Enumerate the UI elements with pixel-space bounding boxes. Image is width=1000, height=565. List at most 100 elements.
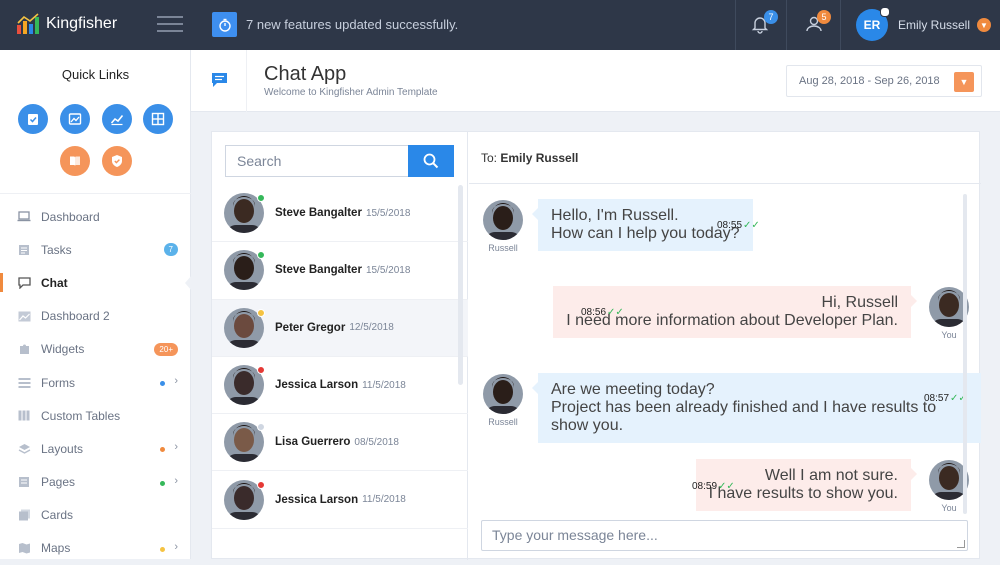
- message-bubble: Are we meeting today? Project has been al…: [532, 373, 981, 443]
- quick-link-tasks[interactable]: [18, 104, 48, 134]
- contact-date: 11/5/2018: [362, 494, 406, 506]
- sidebar-item-pages[interactable]: Pages ›: [0, 466, 191, 499]
- sidebar-item-label: Custom Tables: [41, 408, 121, 423]
- conversation-scrollbar[interactable]: [963, 194, 967, 514]
- brand-name: Kingfisher: [46, 15, 118, 32]
- date-range-picker[interactable]: Aug 28, 2018 - Sep 26, 2018 ▼: [786, 65, 982, 97]
- sidebar-item-label: Dashboard 2: [41, 309, 110, 324]
- sidebar-item-label: Pages: [41, 475, 76, 490]
- status-dot: [160, 380, 165, 386]
- top-bar: Kingfisher 7 new features updated succes…: [0, 0, 1000, 50]
- search-button[interactable]: [408, 145, 454, 177]
- brand-logo[interactable]: Kingfisher: [16, 13, 117, 35]
- double-check-icon: ✓✓: [607, 307, 624, 318]
- sidebar-item-forms[interactable]: Forms ›: [0, 366, 191, 399]
- chevron-right-icon[interactable]: ›: [174, 475, 178, 487]
- presence-dot: [257, 366, 265, 375]
- pages-icon: [17, 476, 31, 488]
- avatar: [224, 250, 265, 291]
- chevron-right-icon[interactable]: ›: [174, 375, 178, 387]
- sidebar-item-widgets[interactable]: Widgets 20+: [0, 333, 191, 366]
- check-clipboard-icon: [28, 114, 38, 125]
- time-text: 08:55: [717, 220, 743, 231]
- message-time: 08:56✓✓: [581, 307, 624, 318]
- forms-icon: [17, 377, 31, 389]
- quick-link-security[interactable]: [102, 146, 132, 176]
- avatar: [224, 365, 265, 406]
- double-check-icon: ✓✓: [718, 481, 735, 492]
- users-badge: 5: [817, 10, 831, 24]
- avatar: [224, 307, 265, 348]
- resize-handle[interactable]: [957, 540, 965, 548]
- contact-name: Steve Bangalter: [275, 264, 362, 277]
- sidebar: Quick Links Dashboard Tasks 7 Chat Dashb…: [0, 50, 192, 559]
- quick-link-analytics[interactable]: [102, 104, 132, 134]
- conversation-panel: To: Emily Russell Russell Hello, I'm Russ…: [469, 132, 981, 560]
- contact-name: Jessica Larson: [275, 379, 359, 392]
- menu-toggle-icon[interactable]: [157, 16, 183, 32]
- chevron-down-icon[interactable]: ▼: [977, 18, 992, 32]
- contact-item[interactable]: Peter Gregor 12/5/2018: [212, 299, 468, 357]
- time-text: 08:57: [924, 393, 950, 404]
- tasks-icon: [17, 244, 31, 256]
- message-time: 08:57✓✓: [924, 393, 967, 404]
- contact-date: 08/5/2018: [354, 436, 399, 448]
- contact-item[interactable]: Jessica Larson 11/5/2018: [212, 471, 468, 529]
- sidebar-item-label: Maps: [41, 541, 71, 556]
- message-line: Project has been already finished and I …: [551, 399, 937, 434]
- sidebar-item-custom-tables[interactable]: Custom Tables: [0, 399, 191, 432]
- message-input[interactable]: [481, 520, 968, 551]
- search-input[interactable]: [225, 145, 408, 177]
- time-text: 08:59: [692, 481, 718, 492]
- contact-item[interactable]: Lisa Guerrero 08/5/2018: [212, 414, 468, 472]
- contact-name: Peter Gregor: [275, 321, 346, 334]
- sender-name: Russell: [488, 417, 518, 427]
- contact-name: Steve Bangalter: [275, 207, 362, 220]
- book-icon: [70, 156, 80, 166]
- sidebar-item-tasks[interactable]: Tasks 7: [0, 233, 191, 266]
- recipient-header: To: Emily Russell: [469, 132, 981, 184]
- message-line: I have results to show you.: [708, 485, 898, 502]
- contact-list-scrollbar[interactable]: [458, 185, 463, 385]
- sidebar-item-label: Cards: [41, 508, 74, 523]
- shield-check-icon: [112, 155, 122, 167]
- contact-date: 11/5/2018: [362, 379, 406, 391]
- sidebar-nav: Dashboard Tasks 7 Chat Dashboard 2 Widge…: [0, 200, 192, 565]
- message-time: 08:55✓✓: [717, 220, 760, 231]
- chevron-right-icon[interactable]: ›: [174, 441, 178, 453]
- avatar: ER: [856, 7, 890, 41]
- sidebar-item-maps[interactable]: Maps ›: [0, 532, 191, 565]
- contact-list: Steve Bangalter 15/5/2018 Steve Bangalter 1…: [212, 185, 468, 529]
- contact-item[interactable]: Steve Bangalter 15/5/2018: [212, 185, 468, 243]
- chevron-right-icon[interactable]: ›: [174, 541, 178, 553]
- chevron-down-icon[interactable]: ▼: [954, 72, 974, 92]
- status-dot: [160, 480, 165, 486]
- quick-link-gallery[interactable]: [60, 104, 90, 134]
- double-check-icon: ✓✓: [743, 220, 760, 231]
- bar-chart-logo-icon: [17, 13, 39, 34]
- contact-item[interactable]: Steve Bangalter 15/5/2018: [212, 242, 468, 300]
- sidebar-item-cards[interactable]: Cards: [0, 499, 191, 532]
- presence-dot: [257, 480, 265, 489]
- presence-dot: [257, 308, 265, 317]
- sidebar-item-dashboard[interactable]: Dashboard: [0, 200, 191, 233]
- contact-item[interactable]: Jessica Larson 11/5/2018: [212, 357, 468, 415]
- chat-icon: [17, 277, 31, 289]
- message-line: How can I help you today?: [551, 225, 740, 242]
- sidebar-item-dashboard-2[interactable]: Dashboard 2: [0, 300, 191, 333]
- contact-list-panel: Steve Bangalter15/5/2018Steve Bangalter1…: [212, 132, 468, 560]
- avatar: [224, 479, 265, 520]
- sidebar-item-layouts[interactable]: Layouts ›: [0, 432, 191, 465]
- laptop-icon: [17, 211, 31, 223]
- message-time: 08:59✓✓: [692, 481, 735, 492]
- search-box: [225, 145, 454, 177]
- page-header: Chat App Welcome to Kingfisher Admin Tem…: [191, 50, 1000, 112]
- quick-links-title: Quick Links: [61, 67, 130, 82]
- user-menu[interactable]: ER Emily Russell ▼: [856, 7, 992, 41]
- contact-date: 15/5/2018: [365, 264, 411, 276]
- avatar: [224, 422, 265, 463]
- quick-link-grid[interactable]: [143, 104, 173, 134]
- quick-link-docs[interactable]: [60, 146, 90, 176]
- user-name: Emily Russell: [898, 18, 971, 32]
- sidebar-item-chat[interactable]: Chat: [0, 266, 192, 299]
